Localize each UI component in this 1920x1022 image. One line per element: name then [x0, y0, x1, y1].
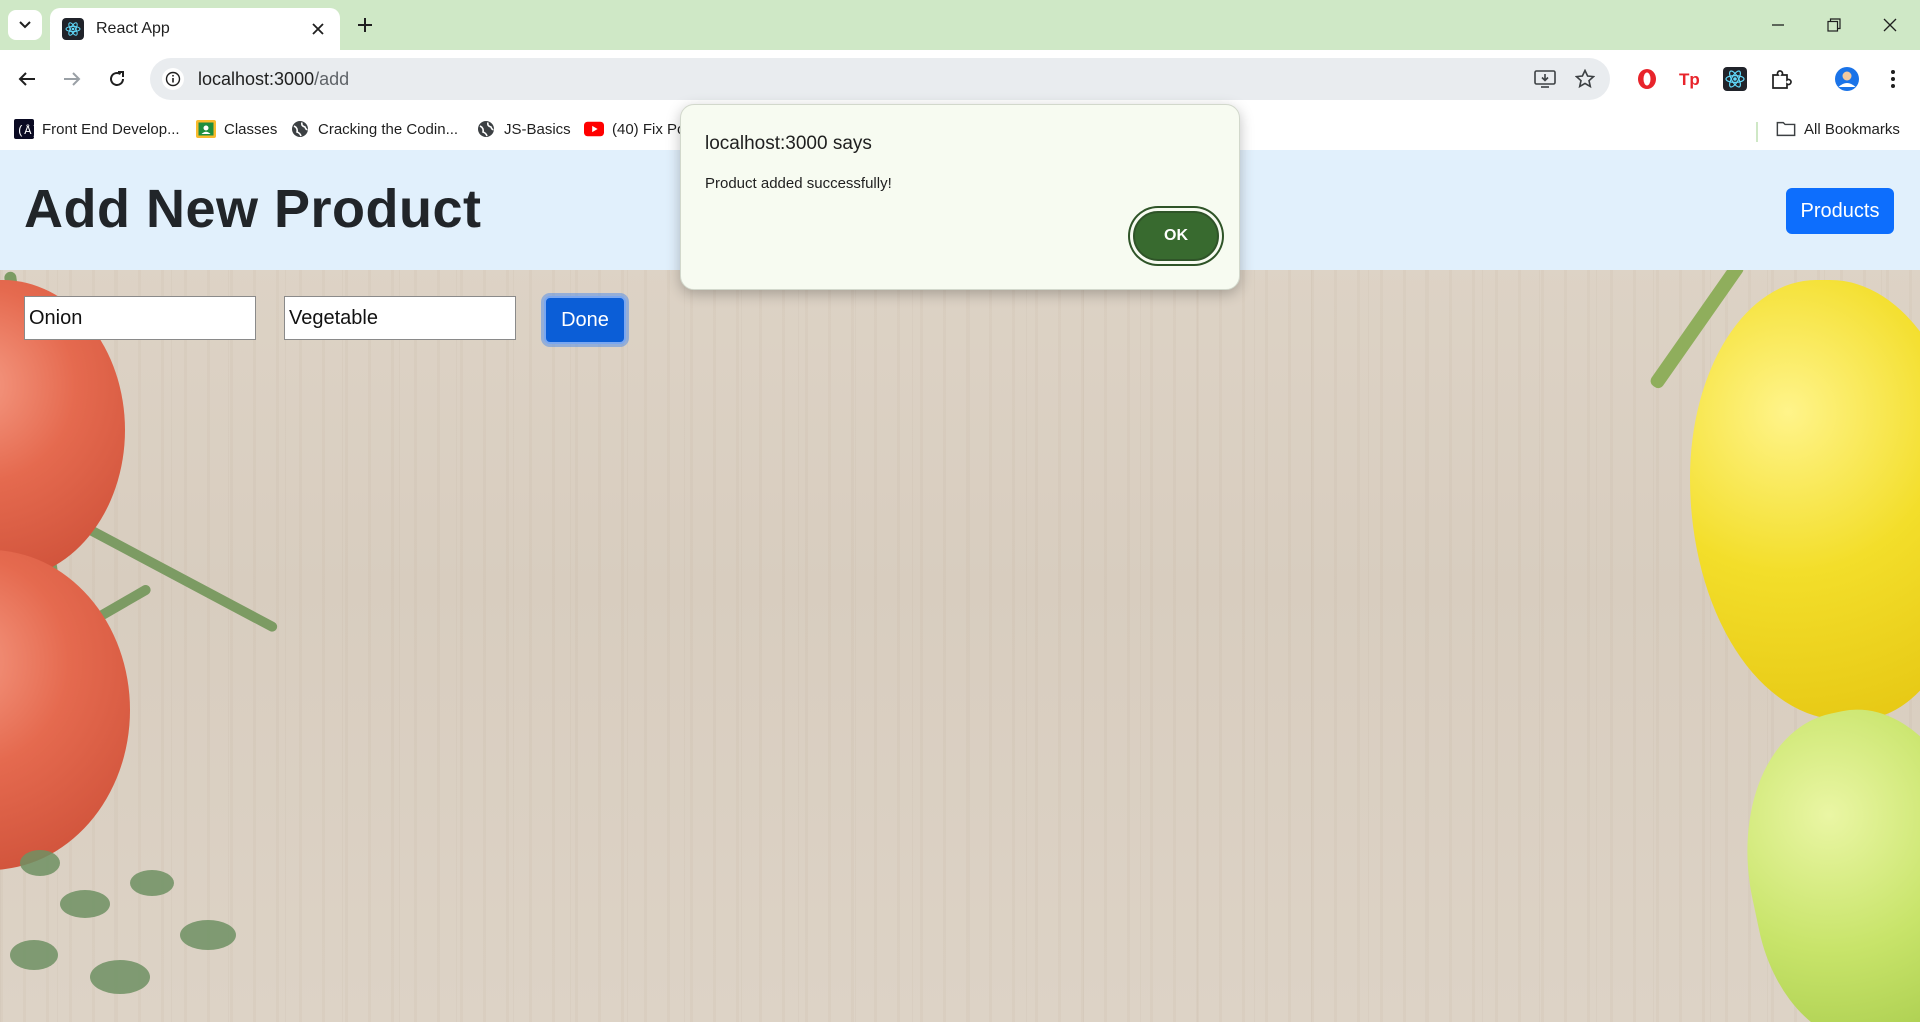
reload-button[interactable] [102, 64, 132, 94]
bookmark-item[interactable]: Classes [196, 116, 277, 142]
globe-icon [476, 119, 496, 139]
arrow-left-icon [18, 72, 35, 86]
minimize-icon [1772, 24, 1784, 26]
tab-strip: React App [0, 0, 1920, 50]
arrow-right-icon [64, 72, 81, 86]
restore-button[interactable] [1812, 10, 1856, 40]
bookmark-item[interactable]: JS-Basics [476, 116, 571, 142]
bookmark-item[interactable]: Cracking the Codin... [290, 116, 458, 142]
bookmark-label: Front End Develop... [42, 120, 180, 138]
install-app-icon[interactable] [1530, 64, 1560, 94]
alert-dialog: localhost:3000 says Product added succes… [680, 104, 1240, 290]
profile-avatar[interactable] [1832, 64, 1862, 94]
reload-icon [110, 71, 124, 86]
bookmark-label: Cracking the Codin... [318, 120, 459, 138]
plus-icon [358, 18, 372, 32]
restore-icon [1827, 18, 1841, 32]
product-name-input[interactable] [24, 296, 256, 340]
folder-icon [1776, 119, 1796, 139]
tab-search-button[interactable] [8, 10, 42, 40]
tp-extension-icon[interactable]: Tp [1676, 64, 1706, 94]
ok-button[interactable]: OK [1133, 211, 1219, 261]
site-info-icon[interactable] [162, 68, 184, 90]
freecodecamp-icon: (Å) [14, 119, 34, 139]
tab-title: React App [96, 20, 170, 37]
react-icon [62, 18, 84, 40]
forward-button[interactable] [57, 64, 87, 94]
address-bar[interactable]: localhost:3000/add [150, 58, 1610, 100]
svg-text:(Å): (Å) [17, 123, 34, 138]
url-path: /add [314, 68, 350, 89]
done-button[interactable]: Done [544, 296, 626, 344]
close-icon [1883, 18, 1897, 32]
bookmark-label: Classes [224, 120, 278, 138]
new-tab-button[interactable] [352, 12, 378, 38]
all-bookmarks-button[interactable]: All Bookmarks [1776, 116, 1900, 142]
kebab-menu-icon[interactable] [1878, 64, 1908, 94]
extensions-puzzle-icon[interactable] [1766, 64, 1796, 94]
bookmarks-divider [1756, 122, 1758, 142]
url-text[interactable]: localhost:3000/add [198, 69, 1530, 90]
svg-text:Tp: Tp [1679, 70, 1700, 89]
bookmark-item[interactable]: (40) Fix Po [584, 116, 685, 142]
browser-toolbar: localhost:3000/add Tp [0, 50, 1920, 108]
product-category-input[interactable] [284, 296, 516, 340]
react-devtools-icon[interactable] [1720, 64, 1750, 94]
all-bookmarks-label: All Bookmarks [1804, 120, 1900, 138]
close-tab-icon[interactable] [306, 17, 330, 41]
bookmark-star-icon[interactable] [1570, 64, 1600, 94]
globe-icon [290, 119, 310, 139]
minimize-button[interactable] [1756, 10, 1800, 40]
classroom-icon [196, 119, 216, 139]
url-host: localhost:3000 [198, 68, 315, 89]
close-window-button[interactable] [1868, 10, 1912, 40]
products-button[interactable]: Products [1786, 188, 1894, 234]
back-button[interactable] [12, 64, 42, 94]
opera-extension-icon[interactable] [1632, 64, 1662, 94]
bookmark-label: JS-Basics [504, 120, 571, 138]
dialog-message: Product added successfully! [705, 175, 892, 192]
dialog-title: localhost:3000 says [705, 133, 872, 154]
page-title: Add New Product [24, 179, 482, 239]
youtube-icon [584, 119, 604, 139]
tab-react-app[interactable]: React App [50, 8, 340, 50]
chevron-down-icon [19, 21, 31, 29]
bookmark-item[interactable]: (Å) Front End Develop... [14, 116, 180, 142]
bookmark-label: (40) Fix Po [612, 120, 686, 138]
